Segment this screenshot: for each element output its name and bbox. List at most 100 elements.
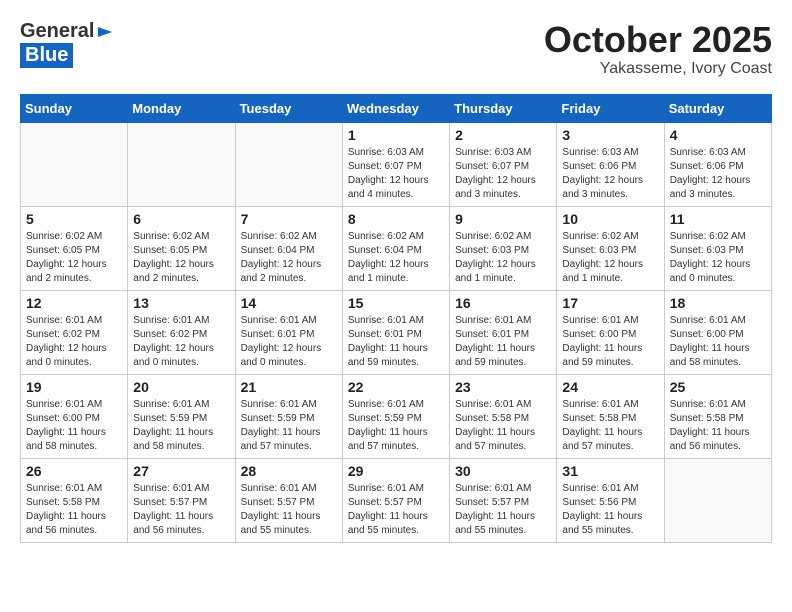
day-info: Sunrise: 6:01 AM Sunset: 6:01 PM Dayligh… xyxy=(348,314,444,370)
day-info: Sunrise: 6:02 AM Sunset: 6:05 PM Dayligh… xyxy=(133,230,229,286)
logo: General Blue xyxy=(20,20,114,68)
day-number: 21 xyxy=(241,379,337,395)
day-info: Sunrise: 6:02 AM Sunset: 6:05 PM Dayligh… xyxy=(26,230,122,286)
calendar-cell: 21Sunrise: 6:01 AM Sunset: 5:59 PM Dayli… xyxy=(235,374,342,458)
calendar-cell: 13Sunrise: 6:01 AM Sunset: 6:02 PM Dayli… xyxy=(128,290,235,374)
day-info: Sunrise: 6:01 AM Sunset: 5:57 PM Dayligh… xyxy=(133,482,229,538)
day-number: 29 xyxy=(348,463,444,479)
weekday-header-sunday: Sunday xyxy=(21,94,128,122)
day-info: Sunrise: 6:01 AM Sunset: 5:56 PM Dayligh… xyxy=(562,482,658,538)
day-number: 26 xyxy=(26,463,122,479)
calendar-cell: 24Sunrise: 6:01 AM Sunset: 5:58 PM Dayli… xyxy=(557,374,664,458)
calendar-week-5: 26Sunrise: 6:01 AM Sunset: 5:58 PM Dayli… xyxy=(21,458,772,542)
weekday-header-thursday: Thursday xyxy=(450,94,557,122)
day-number: 9 xyxy=(455,211,551,227)
day-info: Sunrise: 6:03 AM Sunset: 6:07 PM Dayligh… xyxy=(455,146,551,202)
calendar-cell: 30Sunrise: 6:01 AM Sunset: 5:57 PM Dayli… xyxy=(450,458,557,542)
weekday-header-tuesday: Tuesday xyxy=(235,94,342,122)
calendar-cell: 19 Sunrise: 6:01 AM Sunset: 6:00 PM Dayli… xyxy=(21,374,128,458)
weekday-header-friday: Friday xyxy=(557,94,664,122)
day-number: 8 xyxy=(348,211,444,227)
day-number: 3 xyxy=(562,127,658,143)
day-number: 4 xyxy=(670,127,766,143)
calendar-cell: 2 Sunrise: 6:03 AM Sunset: 6:07 PM Daylig… xyxy=(450,122,557,206)
day-number: 12 xyxy=(26,295,122,311)
calendar-cell: 5Sunrise: 6:02 AM Sunset: 6:05 PM Daylig… xyxy=(21,206,128,290)
day-info: Sunrise: 6:01 AM Sunset: 5:58 PM Dayligh… xyxy=(562,398,658,454)
day-info: Sunrise: 6:01 AM Sunset: 6:01 PM Dayligh… xyxy=(241,314,337,370)
calendar-title: October 2025 xyxy=(544,20,772,60)
day-number: 19 xyxy=(26,379,122,395)
day-info: Sunrise: 6:03 AM Sunset: 6:07 PM Dayligh… xyxy=(348,146,444,202)
calendar-cell: 7Sunrise: 6:02 AM Sunset: 6:04 PM Daylig… xyxy=(235,206,342,290)
calendar-cell: 26Sunrise: 6:01 AM Sunset: 5:58 PM Dayli… xyxy=(21,458,128,542)
day-number: 17 xyxy=(562,295,658,311)
calendar-week-3: 12Sunrise: 6:01 AM Sunset: 6:02 PM Dayli… xyxy=(21,290,772,374)
day-number: 22 xyxy=(348,379,444,395)
calendar-week-1: 1Sunrise: 6:03 AM Sunset: 6:07 PM Daylig… xyxy=(21,122,772,206)
day-info: Sunrise: 6:02 AM Sunset: 6:03 PM Dayligh… xyxy=(670,230,766,286)
day-number: 25 xyxy=(670,379,766,395)
calendar-cell: 16Sunrise: 6:01 AM Sunset: 6:01 PM Dayli… xyxy=(450,290,557,374)
calendar-cell: 1Sunrise: 6:03 AM Sunset: 6:07 PM Daylig… xyxy=(342,122,449,206)
day-info: Sunrise: 6:01 AM Sunset: 5:58 PM Dayligh… xyxy=(670,398,766,454)
calendar-cell: 4 Sunrise: 6:03 AM Sunset: 6:06 PM Daylig… xyxy=(664,122,771,206)
calendar-cell: 17Sunrise: 6:01 AM Sunset: 6:00 PM Dayli… xyxy=(557,290,664,374)
calendar-cell: 14 Sunrise: 6:01 AM Sunset: 6:01 PM Dayli… xyxy=(235,290,342,374)
day-info: Sunrise: 6:02 AM Sunset: 6:04 PM Dayligh… xyxy=(348,230,444,286)
day-info: Sunrise: 6:01 AM Sunset: 5:57 PM Dayligh… xyxy=(241,482,337,538)
day-info: Sunrise: 6:01 AM Sunset: 5:57 PM Dayligh… xyxy=(455,482,551,538)
day-number: 11 xyxy=(670,211,766,227)
weekday-header-wednesday: Wednesday xyxy=(342,94,449,122)
day-number: 2 xyxy=(455,127,551,143)
logo-blue-text: Blue xyxy=(25,44,68,66)
calendar-cell: 10 Sunrise: 6:02 AM Sunset: 6:03 PM Dayli… xyxy=(557,206,664,290)
calendar-cell: 11 Sunrise: 6:02 AM Sunset: 6:03 PM Dayli… xyxy=(664,206,771,290)
day-number: 20 xyxy=(133,379,229,395)
day-number: 6 xyxy=(133,211,229,227)
calendar-cell: 31 Sunrise: 6:01 AM Sunset: 5:56 PM Dayli… xyxy=(557,458,664,542)
day-info: Sunrise: 6:01 AM Sunset: 5:59 PM Dayligh… xyxy=(348,398,444,454)
weekday-header-monday: Monday xyxy=(128,94,235,122)
calendar-header-row: SundayMondayTuesdayWednesdayThursdayFrid… xyxy=(21,94,772,122)
day-number: 10 xyxy=(562,211,658,227)
calendar-cell: 12Sunrise: 6:01 AM Sunset: 6:02 PM Dayli… xyxy=(21,290,128,374)
calendar-cell: 15 Sunrise: 6:01 AM Sunset: 6:01 PM Dayli… xyxy=(342,290,449,374)
day-info: Sunrise: 6:02 AM Sunset: 6:04 PM Dayligh… xyxy=(241,230,337,286)
weekday-header-saturday: Saturday xyxy=(664,94,771,122)
calendar-cell: 6 Sunrise: 6:02 AM Sunset: 6:05 PM Daylig… xyxy=(128,206,235,290)
day-info: Sunrise: 6:02 AM Sunset: 6:03 PM Dayligh… xyxy=(562,230,658,286)
logo-arrow-icon xyxy=(96,23,114,41)
calendar-cell: 29 Sunrise: 6:01 AM Sunset: 5:57 PM Dayli… xyxy=(342,458,449,542)
calendar-table: SundayMondayTuesdayWednesdayThursdayFrid… xyxy=(20,94,772,543)
day-info: Sunrise: 6:03 AM Sunset: 6:06 PM Dayligh… xyxy=(670,146,766,202)
calendar-cell: 8 Sunrise: 6:02 AM Sunset: 6:04 PM Daylig… xyxy=(342,206,449,290)
day-number: 27 xyxy=(133,463,229,479)
page-header: General Blue October 2025 Yakasseme, Ivo… xyxy=(20,20,772,78)
calendar-cell: 9 Sunrise: 6:02 AM Sunset: 6:03 PM Daylig… xyxy=(450,206,557,290)
day-info: Sunrise: 6:01 AM Sunset: 5:58 PM Dayligh… xyxy=(455,398,551,454)
day-number: 15 xyxy=(348,295,444,311)
title-section: October 2025 Yakasseme, Ivory Coast xyxy=(544,20,772,78)
day-number: 31 xyxy=(562,463,658,479)
day-number: 23 xyxy=(455,379,551,395)
calendar-cell: 25 Sunrise: 6:01 AM Sunset: 5:58 PM Dayli… xyxy=(664,374,771,458)
day-info: Sunrise: 6:02 AM Sunset: 6:03 PM Dayligh… xyxy=(455,230,551,286)
day-info: Sunrise: 6:03 AM Sunset: 6:06 PM Dayligh… xyxy=(562,146,658,202)
day-info: Sunrise: 6:01 AM Sunset: 5:57 PM Dayligh… xyxy=(348,482,444,538)
calendar-subtitle: Yakasseme, Ivory Coast xyxy=(544,60,772,78)
day-info: Sunrise: 6:01 AM Sunset: 5:59 PM Dayligh… xyxy=(133,398,229,454)
calendar-week-4: 19 Sunrise: 6:01 AM Sunset: 6:00 PM Dayli… xyxy=(21,374,772,458)
calendar-cell: 20 Sunrise: 6:01 AM Sunset: 5:59 PM Dayli… xyxy=(128,374,235,458)
day-number: 14 xyxy=(241,295,337,311)
calendar-cell xyxy=(128,122,235,206)
calendar-cell xyxy=(21,122,128,206)
calendar-cell: 28Sunrise: 6:01 AM Sunset: 5:57 PM Dayli… xyxy=(235,458,342,542)
calendar-cell xyxy=(235,122,342,206)
day-info: Sunrise: 6:01 AM Sunset: 6:00 PM Dayligh… xyxy=(670,314,766,370)
calendar-cell: 3 Sunrise: 6:03 AM Sunset: 6:06 PM Daylig… xyxy=(557,122,664,206)
calendar-cell: 23 Sunrise: 6:01 AM Sunset: 5:58 PM Dayli… xyxy=(450,374,557,458)
day-info: Sunrise: 6:01 AM Sunset: 6:01 PM Dayligh… xyxy=(455,314,551,370)
day-info: Sunrise: 6:01 AM Sunset: 6:00 PM Dayligh… xyxy=(26,398,122,454)
calendar-cell: 27 Sunrise: 6:01 AM Sunset: 5:57 PM Dayli… xyxy=(128,458,235,542)
